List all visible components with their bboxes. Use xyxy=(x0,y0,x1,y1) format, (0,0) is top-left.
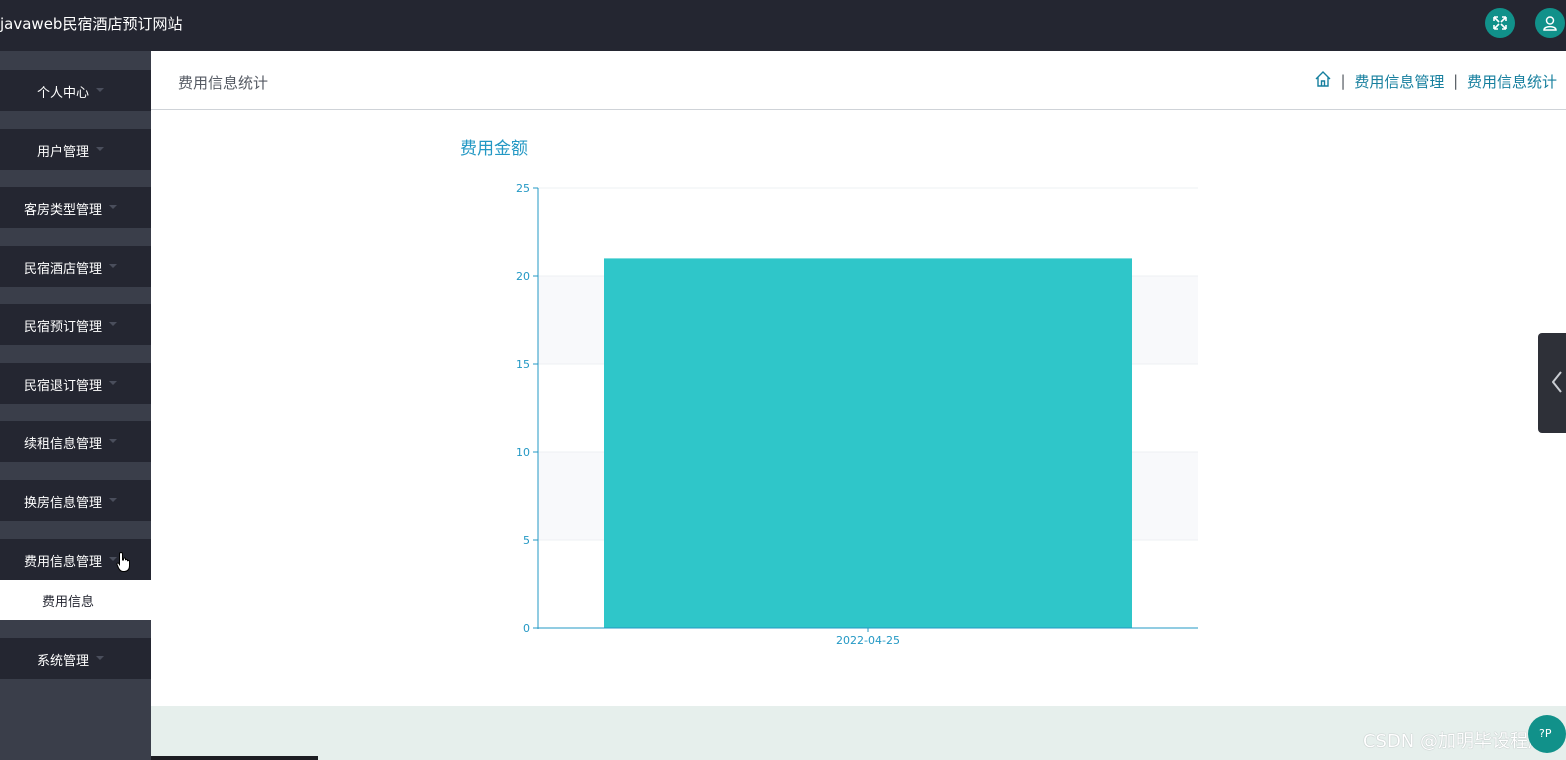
chevron-down-icon xyxy=(96,88,104,92)
page-title: 费用信息统计 xyxy=(178,74,269,92)
side-panel-toggle[interactable] xyxy=(1538,333,1566,433)
sidebar-item-label: 换房信息管理 xyxy=(23,496,102,511)
chevron-down-icon xyxy=(109,205,117,209)
breadcrumb-separator: | xyxy=(1340,72,1346,90)
chevron-down-icon xyxy=(109,439,117,443)
bar xyxy=(604,258,1132,628)
breadcrumb-bar: 费用信息统计 | 费用信息管理 | 费用信息统计 xyxy=(151,51,1566,110)
sidebar-item-personal-center[interactable]: 个人中心 xyxy=(0,70,151,111)
sidebar-item-cancellation-management[interactable]: 民宿退订管理 xyxy=(0,363,151,404)
chevron-left-icon xyxy=(1552,371,1562,393)
chevron-down-icon xyxy=(96,656,104,660)
bar-chart: 0 5 10 15 20 25 2022-04-25 xyxy=(516,182,1198,647)
sidebar-item-label: 系统管理 xyxy=(36,654,89,669)
sidebar-item-user-management[interactable]: 用户管理 xyxy=(0,129,151,170)
chevron-down-icon xyxy=(109,498,117,502)
user-icon xyxy=(1543,16,1557,31)
footer: CSDN @加明毕设程序 xyxy=(151,706,1566,760)
chevron-down-icon xyxy=(109,264,117,268)
sidebar-item-label: 用户管理 xyxy=(36,145,89,160)
fullscreen-button[interactable] xyxy=(1485,8,1515,38)
chevron-down-icon xyxy=(96,147,104,151)
user-button[interactable] xyxy=(1535,8,1565,38)
help-button[interactable]: ?P xyxy=(1528,715,1566,753)
sidebar-item-label: 费用信息管理 xyxy=(23,555,102,570)
y-tick-label: 15 xyxy=(516,358,530,371)
sidebar-subitem-fee-info[interactable]: 费用信息 xyxy=(0,580,151,620)
chevron-down-icon xyxy=(109,381,117,385)
chevron-down-icon xyxy=(109,322,117,326)
sidebar-item-label: 民宿退订管理 xyxy=(23,379,102,394)
sidebar-item-label: 民宿预订管理 xyxy=(23,320,102,335)
y-tick-label: 25 xyxy=(516,182,530,195)
watermark: CSDN @加明毕设程序 xyxy=(1362,731,1546,752)
sidebar: 个人中心 用户管理 客房类型管理 民宿酒店管理 民宿预订管理 民宿退订管理 续租… xyxy=(0,51,151,760)
app-title: javaweb民宿酒店预订网站 xyxy=(0,15,183,33)
breadcrumb-link-fee-statistics[interactable]: 费用信息统计 xyxy=(1467,71,1557,92)
sidebar-item-label: 个人中心 xyxy=(36,86,89,101)
breadcrumb: | 费用信息管理 | 费用信息统计 xyxy=(1314,70,1557,92)
sidebar-item-booking-management[interactable]: 民宿预订管理 xyxy=(0,304,151,345)
chart-panel: 费用金额 0 5 10 15 20 25 2022-04-25 xyxy=(151,110,1566,706)
sidebar-item-label: 客房类型管理 xyxy=(23,203,102,218)
sidebar-item-label: 民宿酒店管理 xyxy=(23,262,102,277)
sidebar-item-label: 续租信息管理 xyxy=(23,437,102,452)
y-tick-label: 20 xyxy=(516,270,530,283)
sidebar-item-room-type-management[interactable]: 客房类型管理 xyxy=(0,187,151,228)
fullscreen-icon xyxy=(1493,16,1507,30)
y-tick-label: 10 xyxy=(516,446,530,459)
breadcrumb-link-fee-management[interactable]: 费用信息管理 xyxy=(1354,71,1444,92)
help-button-label: ?P xyxy=(1539,727,1552,740)
horizontal-scrollbar[interactable] xyxy=(151,756,318,760)
sidebar-item-system-management[interactable]: 系统管理 xyxy=(0,638,151,679)
hand-cursor-icon xyxy=(116,551,130,572)
breadcrumb-separator: | xyxy=(1453,72,1459,90)
y-tick-label: 0 xyxy=(523,622,530,635)
home-icon[interactable] xyxy=(1314,70,1332,92)
sidebar-subitem-label: 费用信息 xyxy=(41,595,94,610)
y-tick-label: 5 xyxy=(523,534,530,547)
top-bar: javaweb民宿酒店预订网站 xyxy=(0,0,1566,51)
sidebar-item-room-change-management[interactable]: 换房信息管理 xyxy=(0,480,151,521)
sidebar-item-renewal-management[interactable]: 续租信息管理 xyxy=(0,421,151,462)
x-tick-label: 2022-04-25 xyxy=(836,634,900,647)
sidebar-item-hotel-management[interactable]: 民宿酒店管理 xyxy=(0,246,151,287)
